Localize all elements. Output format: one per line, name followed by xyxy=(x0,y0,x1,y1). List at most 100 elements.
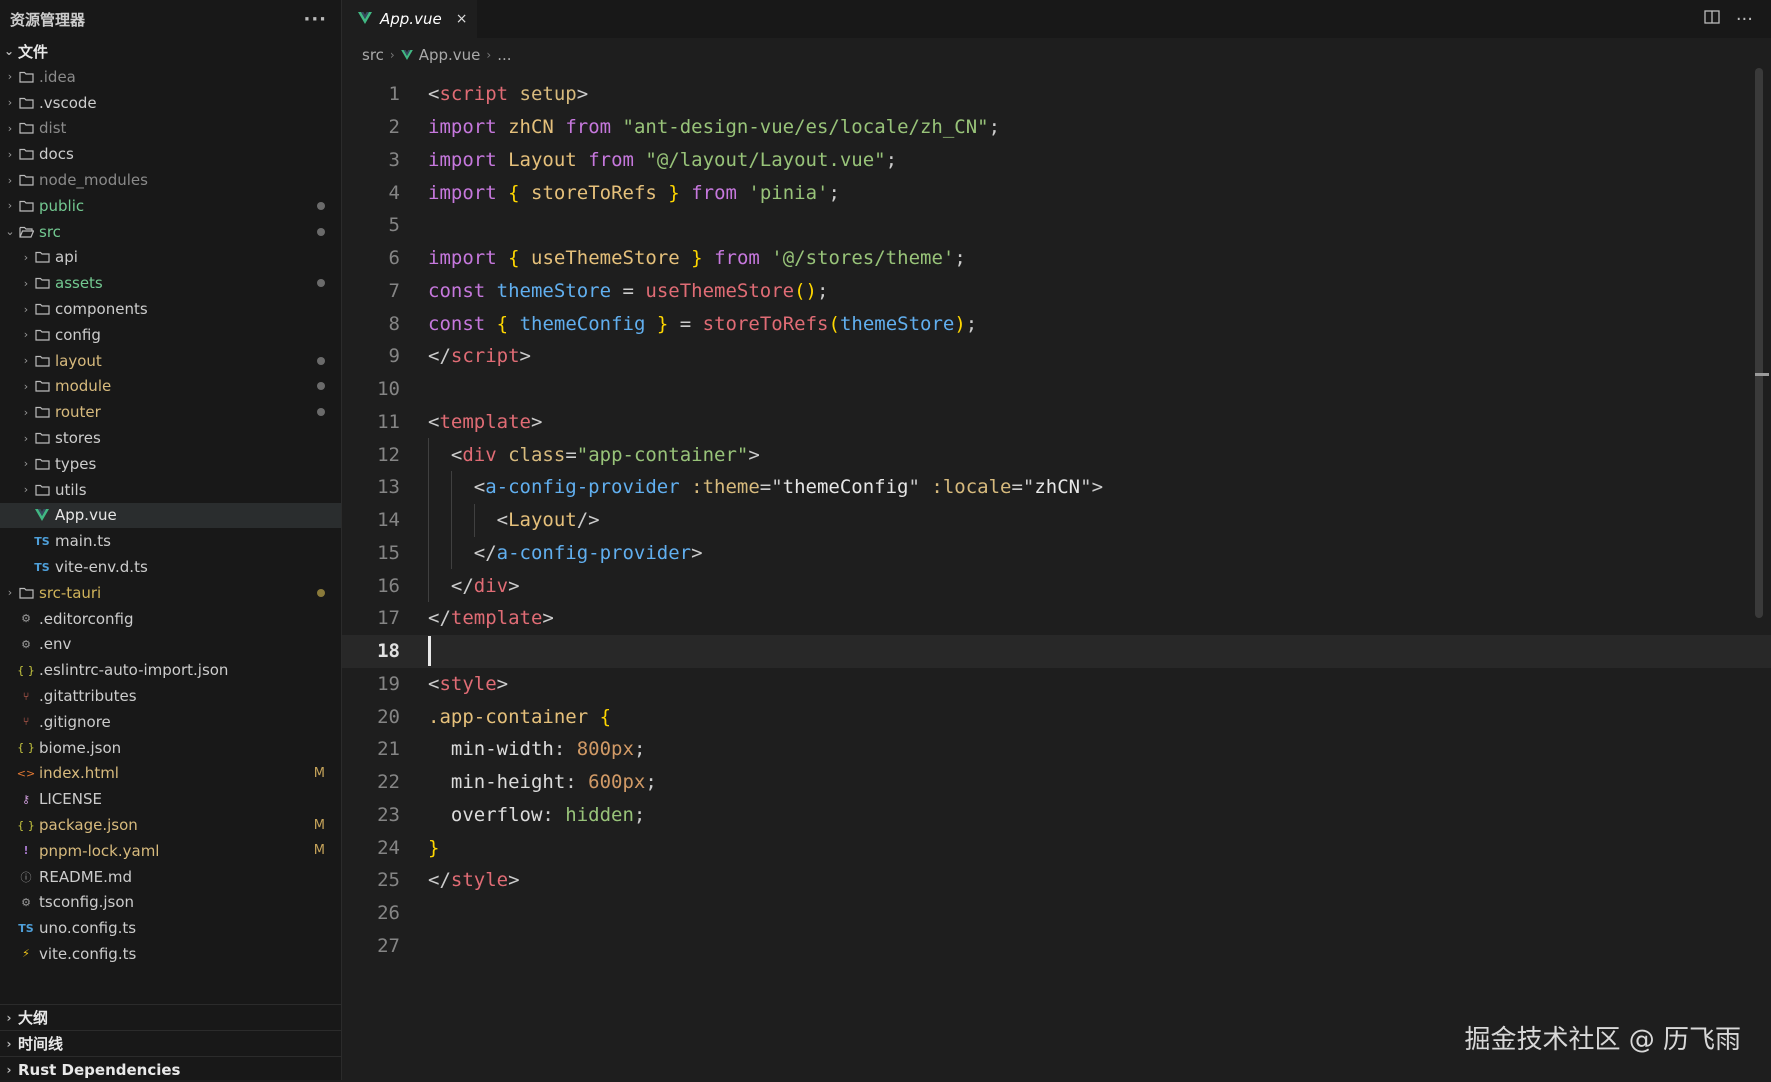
tree-item[interactable]: › config xyxy=(0,322,341,348)
code-line[interactable]: 7 const themeStore = useThemeStore(); xyxy=(342,275,1771,308)
tree-item[interactable]: › docs xyxy=(0,141,341,167)
code-token: } xyxy=(691,247,703,270)
code-line[interactable]: 16 </div> xyxy=(342,569,1771,602)
tree-item[interactable]: › stores xyxy=(0,425,341,451)
code-text: import { useThemeStore } from '@/stores/… xyxy=(400,247,966,269)
code-line[interactable]: 24} xyxy=(342,831,1771,864)
tree-item[interactable]: › dist xyxy=(0,116,341,142)
tree-item[interactable]: App.vue xyxy=(0,502,341,529)
tree-item-label: .editorconfig xyxy=(39,609,134,628)
code-line[interactable]: 20 .app-container { xyxy=(342,700,1771,733)
tree-item[interactable]: { } biome.json xyxy=(0,735,341,761)
tree-item[interactable]: › .vscode xyxy=(0,90,341,116)
outline-section-header[interactable]: › 大纲 xyxy=(0,1004,341,1030)
code-text: <script setup> xyxy=(400,83,588,105)
code-line[interactable]: 9 </script> xyxy=(342,340,1771,373)
tree-item[interactable]: TS vite-env.d.ts xyxy=(0,554,341,580)
line-number: 27 xyxy=(377,934,400,957)
code-line[interactable]: 25 </style> xyxy=(342,864,1771,897)
tree-item[interactable]: ⑂ .gitattributes xyxy=(0,683,341,709)
tree-item[interactable]: › node_modules xyxy=(0,167,341,193)
tab-app-vue[interactable]: App.vue × xyxy=(342,0,478,38)
tree-item[interactable]: › types xyxy=(0,451,341,477)
code-line[interactable]: 27 xyxy=(342,930,1771,963)
code-line[interactable]: 4 import { storeToRefs } from 'pinia'; xyxy=(342,176,1771,209)
tree-item[interactable]: ⚙ .editorconfig xyxy=(0,606,341,632)
tree-item[interactable]: › src-tauri xyxy=(0,580,341,606)
tree-item-label: pnpm-lock.yaml xyxy=(39,841,160,860)
tree-item[interactable]: ⚙ tsconfig.json xyxy=(0,890,341,916)
breadcrumb-item-app-vue[interactable]: App.vue xyxy=(419,46,481,64)
tree-item[interactable]: ! pnpm-lock.yaml M xyxy=(0,838,341,864)
tree-item[interactable]: { } .eslintrc-auto-import.json xyxy=(0,657,341,683)
tree-item[interactable]: ⓘ README.md xyxy=(0,864,341,890)
tree-item[interactable]: ⚷ LICENSE xyxy=(0,786,341,812)
code-token: } xyxy=(656,312,669,335)
code-line[interactable]: 8 const { themeConfig } = storeToRefs(the… xyxy=(342,307,1771,340)
editor-more-icon[interactable]: ··· xyxy=(1736,9,1753,30)
chevron-down-icon: ⌄ xyxy=(5,225,15,239)
chevron-right-icon: › xyxy=(7,96,13,110)
code-line[interactable]: 23 overflow: hidden; xyxy=(342,799,1771,832)
code-line[interactable]: 12 <div class="app-container"> xyxy=(342,438,1771,471)
code-line[interactable]: 26 xyxy=(342,897,1771,930)
line-number: 8 xyxy=(388,312,400,335)
code-line[interactable]: 17 </template> xyxy=(342,602,1771,635)
code-line[interactable]: 1 <script setup> xyxy=(342,78,1771,111)
code-token: } xyxy=(428,836,440,859)
tab-bar: App.vue × ··· xyxy=(342,0,1771,38)
tree-item-label: App.vue xyxy=(55,506,117,525)
tree-item[interactable]: ⌄ src xyxy=(0,219,341,245)
code-text: <template> xyxy=(400,411,542,433)
code-line[interactable]: 10 xyxy=(342,373,1771,406)
code-line[interactable]: 2 import zhCN from "ant-design-vue/es/loc… xyxy=(342,111,1771,144)
tree-item[interactable]: › assets xyxy=(0,270,341,296)
code-line[interactable]: 22 min-height: 600px; xyxy=(342,766,1771,799)
gear-icon: ⚙ xyxy=(21,612,31,626)
more-actions-icon[interactable]: ··· xyxy=(303,9,327,30)
code-line[interactable]: 18 xyxy=(342,634,1771,668)
folder-icon xyxy=(17,97,35,109)
code-editor[interactable]: 1 <script setup> 2 import zhCN from "ant-de… xyxy=(342,78,1771,962)
code-line[interactable]: 14 <Layout/> xyxy=(342,503,1771,537)
split-editor-icon[interactable] xyxy=(1704,10,1720,28)
tree-item[interactable]: TS uno.config.ts xyxy=(0,915,341,941)
code-line[interactable]: 19 <style> xyxy=(342,668,1771,701)
files-section-header[interactable]: ⌄ 文件 xyxy=(0,38,341,64)
editor-scrollbar[interactable] xyxy=(1755,68,1763,618)
breadcrumb-item-src[interactable]: src xyxy=(362,46,384,64)
code-token: 600px xyxy=(588,771,646,794)
tree-item[interactable]: › public xyxy=(0,193,341,219)
tree-item[interactable]: TS main.ts xyxy=(0,528,341,554)
tree-item[interactable]: › router xyxy=(0,399,341,425)
code-line[interactable]: 5 xyxy=(342,209,1771,242)
scrollbar-cursor-marker xyxy=(1755,373,1769,376)
code-token: "ant-design-vue/es/locale/zh_CN" xyxy=(622,116,989,139)
tree-item[interactable]: › api xyxy=(0,245,341,271)
code-line[interactable]: 15 </a-config-provider> xyxy=(342,536,1771,570)
breadcrumb-item-symbols[interactable]: ... xyxy=(497,46,511,64)
tree-item-label: README.md xyxy=(39,867,133,886)
breadcrumb: src › App.vue › ... xyxy=(342,38,1771,72)
code-line[interactable]: 3 import Layout from "@/layout/Layout.vue… xyxy=(342,144,1771,177)
tree-item[interactable]: ⑂ .gitignore xyxy=(0,709,341,735)
tree-item[interactable]: › .idea xyxy=(0,64,341,90)
timeline-section-header[interactable]: › 时间线 xyxy=(0,1030,341,1056)
tree-item[interactable]: ⚡ vite.config.ts xyxy=(0,941,341,967)
tree-item[interactable]: ⚙ .env xyxy=(0,632,341,658)
code-line[interactable]: 13 <a-config-provider :theme="themeConfi… xyxy=(342,471,1771,504)
code-line[interactable]: 11 <template> xyxy=(342,406,1771,439)
code-token: from xyxy=(588,148,634,171)
code-line[interactable]: 21 min-width: 800px; xyxy=(342,733,1771,766)
rust-dependencies-section-header[interactable]: › Rust Dependencies xyxy=(0,1056,341,1082)
tree-item[interactable]: { } package.json M xyxy=(0,812,341,838)
close-tab-icon[interactable]: × xyxy=(456,11,468,27)
tree-item[interactable]: › components xyxy=(0,296,341,322)
tree-item[interactable]: › utils xyxy=(0,477,341,503)
tree-item[interactable]: › layout xyxy=(0,348,341,374)
tree-item[interactable]: <> index.html M xyxy=(0,761,341,787)
code-line[interactable]: 6 import { useThemeStore } from '@/stores… xyxy=(342,242,1771,275)
chevron-right-icon: › xyxy=(23,405,29,419)
tree-item[interactable]: › module xyxy=(0,374,341,400)
